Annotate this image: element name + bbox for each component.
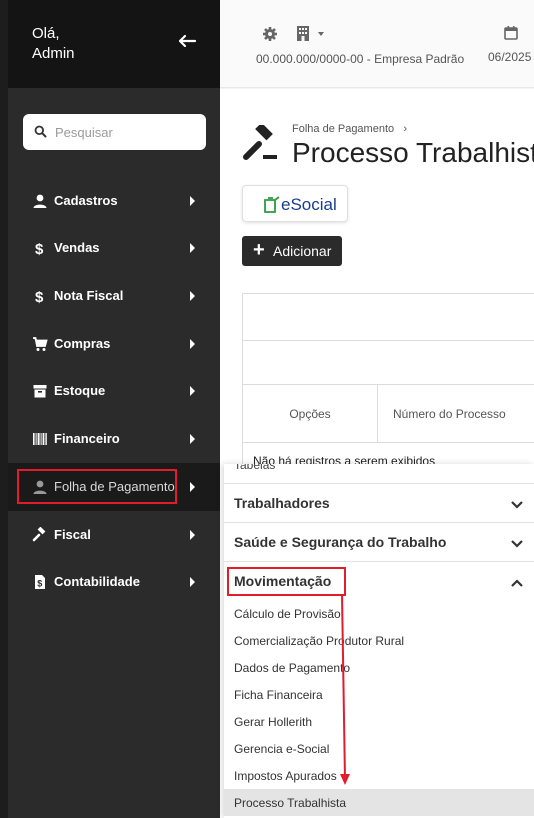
cart-icon <box>32 336 48 352</box>
submenu-item-processo-trabalhista[interactable]: Processo Trabalhista <box>224 789 534 816</box>
company-label[interactable]: 00.000.000/0000-00 - Empresa Padrão <box>256 52 464 66</box>
sidebar-item-contabilidade[interactable]: $ Contabilidade <box>8 558 220 606</box>
sidebar-edge <box>0 0 8 818</box>
column-header-numero-processo[interactable]: Número do Processo <box>378 385 534 443</box>
sidebar-item-label: Fiscal <box>54 527 91 542</box>
gear-icon[interactable] <box>262 26 278 47</box>
caret-right-icon <box>190 339 195 349</box>
page-title: Processo Trabalhista <box>292 137 534 168</box>
submenu-item-impostos-apurados[interactable]: Impostos Apurados <box>224 762 534 789</box>
sidebar-item-label: Contabilidade <box>54 574 140 589</box>
caret-right-icon <box>190 243 195 253</box>
section-label: Saúde e Segurança do Trabalho <box>234 534 447 550</box>
plus-icon: + <box>253 239 265 261</box>
sidebar-item-label: Nota Fiscal <box>54 288 124 303</box>
svg-text:$: $ <box>37 579 42 589</box>
topbar: 00.000.000/0000-00 - Empresa Padrão 06/2… <box>220 0 534 88</box>
add-button[interactable]: + Adicionar <box>242 236 342 266</box>
submenu-item-comercializacao[interactable]: Comercialização Produtor Rural <box>224 627 534 654</box>
esocial-logo-icon <box>263 196 281 219</box>
submenu-item-ficha-financeira[interactable]: Ficha Financeira <box>224 681 534 708</box>
submenu-item-label: Ficha Financeira <box>234 688 323 702</box>
user-icon <box>32 193 48 209</box>
gavel-icon <box>242 122 280 168</box>
section-trabalhadores[interactable]: Trabalhadores <box>224 483 534 522</box>
archive-icon <box>32 383 48 399</box>
chevron-down-icon <box>510 536 524 552</box>
sidebar-item-label: Estoque <box>54 383 106 398</box>
sidebar-item-label: Compras <box>54 336 111 351</box>
section-label: Trabalhadores <box>234 495 330 511</box>
submenu-cut-label: Tabelas <box>234 464 276 472</box>
submenu-panel: Tabelas Trabalhadores Saúde e Segurança … <box>224 464 534 818</box>
add-button-label: Adicionar <box>273 243 332 259</box>
caret-right-icon <box>190 577 195 587</box>
chevron-down-icon[interactable] <box>318 32 324 36</box>
breadcrumb-item[interactable]: Folha de Pagamento <box>292 123 394 135</box>
submenu-item-dados-pagamento[interactable]: Dados de Pagamento <box>224 654 534 681</box>
sidebar-item-fiscal[interactable]: Fiscal <box>8 511 220 559</box>
submenu-item-label: Processo Trabalhista <box>234 796 347 810</box>
submenu-item-calculo-provisao[interactable]: Cálculo de Provisão <box>224 600 534 627</box>
sidebar-item-label: Vendas <box>54 240 100 255</box>
gavel-icon <box>32 526 48 543</box>
search-icon <box>34 125 47 143</box>
sidebar-header: Olá, Admin <box>8 0 220 88</box>
esocial-label: eSocial <box>281 195 337 214</box>
greeting: Olá, Admin <box>32 24 75 64</box>
column-header-opcoes[interactable]: Opções <box>243 385 378 443</box>
sidebar-item-vendas[interactable]: $ Vendas <box>8 224 220 272</box>
submenu-item-label: Dados de Pagamento <box>234 661 351 675</box>
section-saude-seguranca[interactable]: Saúde e Segurança do Trabalho <box>224 522 534 561</box>
search-input[interactable] <box>55 122 195 142</box>
svg-text:$: $ <box>35 241 44 256</box>
table-toolbar-row <box>243 294 534 341</box>
submenu-item-label: Cálculo de Provisão <box>234 607 341 621</box>
caret-right-icon <box>190 482 195 492</box>
sidebar-item-cadastros[interactable]: Cadastros <box>8 177 220 225</box>
records-table: Opções Número do Processo Não há registr… <box>242 293 534 473</box>
sidebar-item-compras[interactable]: Compras <box>8 320 220 368</box>
sidebar-item-estoque[interactable]: Estoque <box>8 367 220 415</box>
file-dollar-icon: $ <box>32 574 48 590</box>
annotation-highlight-movimentacao <box>227 567 346 596</box>
sidebar-item-label: Cadastros <box>54 193 118 208</box>
chevron-up-icon <box>510 575 524 591</box>
table-filter-row <box>243 341 534 385</box>
barcode-icon <box>32 431 48 447</box>
caret-right-icon <box>190 530 195 540</box>
svg-text:$: $ <box>35 289 44 304</box>
submenu-item-label: Gerar Hollerith <box>234 715 313 729</box>
caret-right-icon <box>190 291 195 301</box>
sidebar-item-financeiro[interactable]: Financeiro <box>8 415 220 463</box>
building-icon[interactable] <box>296 25 310 46</box>
sidebar-item-nota-fiscal[interactable]: $ Nota Fiscal <box>8 272 220 320</box>
back-arrow-icon[interactable] <box>176 30 198 52</box>
caret-right-icon <box>190 196 195 206</box>
submenu-item-label: Gerencia e-Social <box>234 742 330 756</box>
dollar-icon: $ <box>32 240 48 258</box>
period-date[interactable]: 06/2025 <box>488 50 531 64</box>
greeting-line1: Olá, <box>32 25 60 42</box>
submenu-item-gerar-hollerith[interactable]: Gerar Hollerith <box>224 708 534 735</box>
esocial-button[interactable]: eSocial <box>242 185 348 222</box>
sidebar: Olá, Admin Cadastros $ Vendas $ Nota Fis… <box>0 0 220 818</box>
submenu-item-gerencia-esocial[interactable]: Gerencia e-Social <box>224 735 534 762</box>
dollar-icon: $ <box>32 288 48 306</box>
submenu-item-label: Comercialização Produtor Rural <box>234 634 405 648</box>
chevron-right-icon: › <box>397 123 407 135</box>
caret-right-icon <box>190 386 195 396</box>
sidebar-item-label: Financeiro <box>54 431 120 446</box>
caret-right-icon <box>190 434 195 444</box>
annotation-highlight-folha <box>17 469 177 504</box>
submenu-item-label: Impostos Apurados <box>234 769 337 783</box>
calendar-icon[interactable] <box>504 25 518 45</box>
search-box[interactable] <box>23 114 206 150</box>
breadcrumb[interactable]: Folha de Pagamento › <box>292 123 407 135</box>
greeting-user: Admin <box>32 45 75 62</box>
chevron-down-icon <box>510 497 524 513</box>
